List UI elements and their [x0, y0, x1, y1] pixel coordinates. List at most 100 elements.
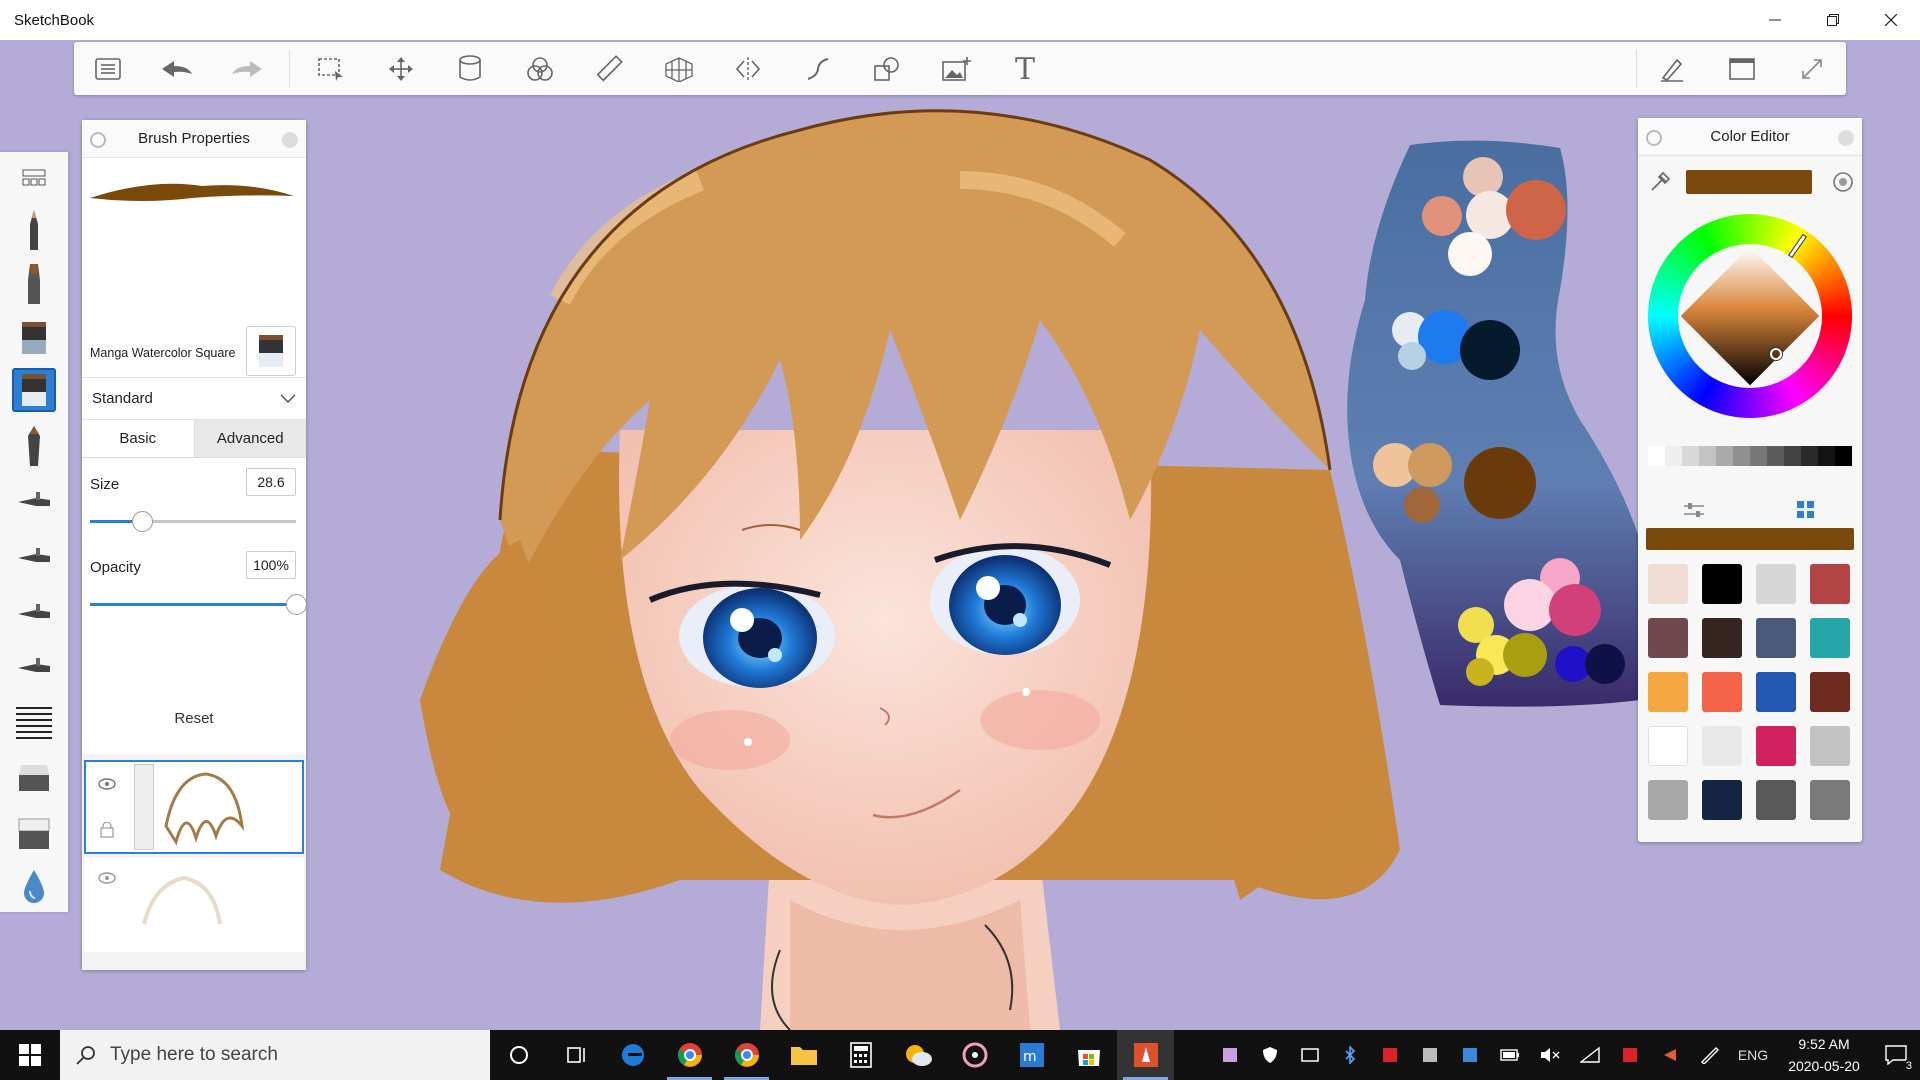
opacity-input[interactable]: 100%	[246, 551, 296, 579]
taskbar-search[interactable]: Type here to search	[60, 1030, 490, 1080]
panel-close-icon[interactable]	[282, 132, 298, 148]
color-swatch[interactable]	[1702, 780, 1742, 820]
close-button[interactable]	[1862, 0, 1920, 40]
gray-swatch[interactable]	[1648, 446, 1665, 466]
taskbar-app-calculator[interactable]	[832, 1030, 889, 1080]
brush-slot-round[interactable]	[12, 424, 56, 468]
tray-app-6[interactable]	[1610, 1030, 1650, 1080]
color-swatch[interactable]	[1810, 780, 1850, 820]
taskbar-app-chrome[interactable]	[661, 1030, 718, 1080]
tray-app-4[interactable]	[1410, 1030, 1450, 1080]
fullscreen-button[interactable]	[1792, 50, 1832, 88]
color-swatch[interactable]	[1756, 564, 1796, 604]
color-swatch[interactable]	[1810, 564, 1850, 604]
grayscale-strip[interactable]	[1648, 446, 1852, 466]
taskbar-app-edge[interactable]	[604, 1030, 661, 1080]
layer-item[interactable]	[84, 858, 304, 952]
gray-swatch[interactable]	[1665, 446, 1682, 466]
color-swatch[interactable]	[1810, 726, 1850, 766]
tray-network[interactable]	[1570, 1030, 1610, 1080]
add-image-button[interactable]	[936, 50, 976, 88]
color-swatch[interactable]	[1702, 564, 1742, 604]
reset-button[interactable]: Reset	[82, 710, 306, 727]
brush-slot-soft-eraser[interactable]	[12, 812, 56, 856]
action-center-button[interactable]: 3	[1872, 1030, 1920, 1080]
gray-swatch[interactable]	[1682, 446, 1699, 466]
brush-slot-ink[interactable]	[12, 262, 56, 306]
curve-button[interactable]	[798, 50, 838, 88]
gray-swatch[interactable]	[1801, 446, 1818, 466]
color-mode-icon[interactable]	[1832, 171, 1854, 193]
gray-swatch[interactable]	[1750, 446, 1767, 466]
start-button[interactable]	[0, 1030, 60, 1080]
tray-bluetooth[interactable]	[1330, 1030, 1370, 1080]
color-swatch[interactable]	[1756, 780, 1796, 820]
brush-slot-texture[interactable]	[12, 700, 56, 744]
taskbar-app-sketchbook[interactable]	[1117, 1030, 1174, 1080]
color-wheel[interactable]	[1648, 214, 1852, 418]
size-slider-thumb[interactable]	[131, 511, 153, 532]
tray-language[interactable]: ENG	[1730, 1030, 1776, 1080]
tray-app-5[interactable]	[1450, 1030, 1490, 1080]
brush-slot-pencil[interactable]	[12, 208, 56, 252]
taskbar-app-chrome-2[interactable]	[718, 1030, 775, 1080]
eye-icon[interactable]	[98, 872, 116, 884]
current-color-swatch[interactable]	[1686, 170, 1812, 194]
color-swatch[interactable]	[1648, 672, 1688, 712]
tab-advanced[interactable]: Advanced	[195, 420, 307, 457]
panel-collapse-icon[interactable]	[1646, 130, 1662, 146]
ruler-button[interactable]	[589, 50, 629, 88]
gray-swatch[interactable]	[1818, 446, 1835, 466]
opacity-slider-thumb[interactable]	[286, 594, 307, 615]
brush-toggle-button[interactable]	[1652, 50, 1692, 88]
eyedropper-icon[interactable]	[1650, 172, 1670, 192]
tray-battery[interactable]	[1490, 1030, 1530, 1080]
brush-slot-airbrush-2[interactable]	[12, 536, 56, 580]
taskbar-app-blue[interactable]: m	[1003, 1030, 1060, 1080]
gray-swatch[interactable]	[1835, 446, 1852, 466]
tray-pen[interactable]	[1690, 1030, 1730, 1080]
color-swatch[interactable]	[1648, 780, 1688, 820]
color-swatch[interactable]	[1702, 672, 1742, 712]
color-swatch[interactable]	[1648, 618, 1688, 658]
color-swatch[interactable]	[1648, 564, 1688, 604]
color-picker-handle[interactable]	[1770, 348, 1782, 360]
hue-handle[interactable]	[1789, 235, 1806, 257]
restore-button[interactable]	[1804, 0, 1862, 40]
color-puck-button[interactable]	[520, 50, 560, 88]
window-layout-button[interactable]	[1722, 50, 1762, 88]
active-color-bar[interactable]	[1646, 528, 1854, 550]
color-swatch[interactable]	[1702, 726, 1742, 766]
color-swatch[interactable]	[1810, 672, 1850, 712]
panel-close-icon[interactable]	[1838, 130, 1854, 146]
eye-icon[interactable]	[98, 778, 116, 790]
select-tool-button[interactable]	[311, 50, 351, 88]
taskbar-app-weather[interactable]	[889, 1030, 946, 1080]
tray-app-1[interactable]	[1210, 1030, 1250, 1080]
symmetry-button[interactable]	[728, 50, 768, 88]
brush-library-button[interactable]	[12, 156, 56, 200]
tray-volume[interactable]	[1530, 1030, 1570, 1080]
task-view-button[interactable]	[547, 1030, 604, 1080]
layer-editor-button[interactable]	[450, 50, 490, 88]
tab-sliders[interactable]	[1638, 488, 1750, 532]
gray-swatch[interactable]	[1716, 446, 1733, 466]
minimize-button[interactable]	[1746, 0, 1804, 40]
size-slider[interactable]	[90, 511, 296, 532]
color-swatch[interactable]	[1702, 618, 1742, 658]
color-swatch[interactable]	[1756, 672, 1796, 712]
panel-collapse-icon[interactable]	[90, 132, 106, 148]
taskbar-app-store[interactable]	[1060, 1030, 1117, 1080]
color-swatch[interactable]	[1810, 618, 1850, 658]
layer-item[interactable]	[84, 760, 304, 854]
perspective-button[interactable]	[659, 50, 699, 88]
taskbar-clock[interactable]: 9:52 AM 2020-05-20	[1776, 1033, 1872, 1077]
color-swatch[interactable]	[1648, 726, 1688, 766]
brush-slot-manga-watercolor-square[interactable]	[12, 368, 56, 412]
redo-button[interactable]	[227, 50, 267, 88]
brush-slot-watercolor-flat[interactable]	[12, 316, 56, 360]
gray-swatch[interactable]	[1699, 446, 1716, 466]
taskbar-app-explorer[interactable]	[775, 1030, 832, 1080]
blend-mode-dropdown[interactable]: Standard	[82, 378, 306, 420]
brush-slot-airbrush-3[interactable]	[12, 592, 56, 636]
